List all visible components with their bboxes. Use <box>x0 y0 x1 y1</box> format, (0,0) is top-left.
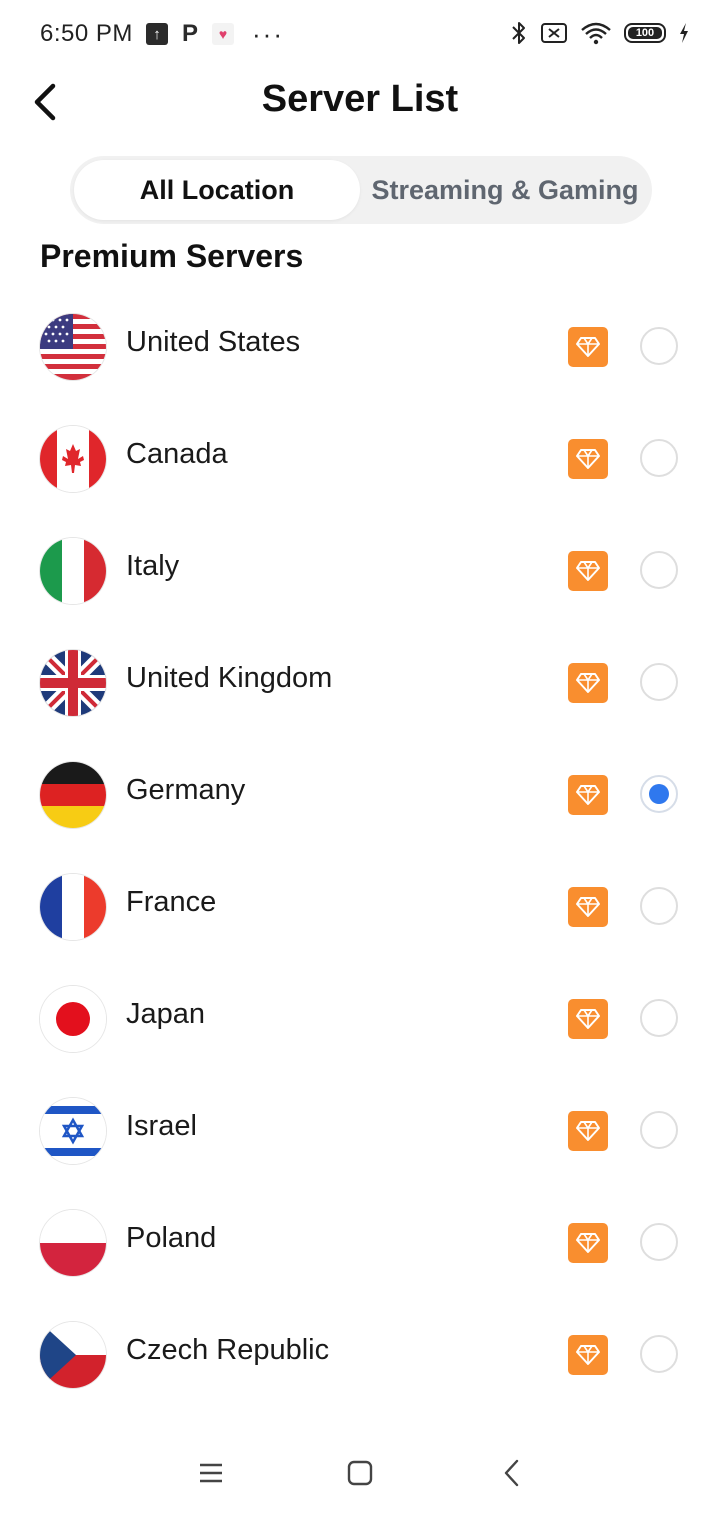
premium-diamond-icon <box>568 1111 608 1151</box>
server-row[interactable]: Israel <box>0 1074 720 1186</box>
premium-diamond-icon <box>568 1223 608 1263</box>
server-radio-button[interactable] <box>640 999 678 1037</box>
server-row[interactable]: Czech Republic <box>0 1298 720 1410</box>
server-country-name: Czech Republic <box>126 1334 330 1366</box>
server-radio-button[interactable] <box>640 887 678 925</box>
upload-icon: ↑ <box>146 23 168 45</box>
premium-diamond-icon <box>568 999 608 1039</box>
premium-diamond-icon <box>568 1335 608 1375</box>
server-country-name: Italy <box>126 550 180 582</box>
header: Server List <box>0 70 720 134</box>
server-row[interactable]: United Kingdom <box>0 626 720 738</box>
premium-diamond-icon <box>568 887 608 927</box>
server-row[interactable]: Poland <box>0 1186 720 1298</box>
server-radio-button[interactable] <box>640 663 678 701</box>
home-button[interactable] <box>332 1448 388 1498</box>
home-icon <box>347 1460 373 1486</box>
premium-diamond-icon <box>568 439 608 479</box>
premium-diamond-icon <box>568 663 608 703</box>
server-country-name: United Kingdom <box>126 662 333 694</box>
server-country-name: Japan <box>126 998 206 1030</box>
tab-streaming-gaming[interactable]: Streaming & Gaming <box>362 160 648 220</box>
heart-app-icon: ♥ <box>212 23 235 45</box>
server-row[interactable]: Germany <box>0 738 720 850</box>
server-radio-button[interactable] <box>640 439 678 477</box>
server-radio-button[interactable] <box>640 551 678 589</box>
server-country-name: Israel <box>126 1110 197 1142</box>
server-country-name: United States <box>126 326 301 358</box>
server-row[interactable]: France <box>0 850 720 962</box>
status-time: 6:50 PM <box>40 20 133 47</box>
pl-flag-icon <box>40 1210 106 1276</box>
notification-icons: ↑ P ♥ ··· <box>146 20 284 48</box>
bluetooth-icon <box>512 22 525 44</box>
server-radio-button[interactable] <box>640 1335 678 1373</box>
server-country-name: Canada <box>126 438 228 470</box>
ca-flag-icon <box>40 426 106 492</box>
system-nav-bar <box>0 1430 720 1520</box>
server-row[interactable]: United States <box>0 290 720 402</box>
tab-switcher: All Location Streaming & Gaming <box>70 156 652 224</box>
il-flag-icon <box>40 1098 106 1164</box>
more-notifications-icon: ··· <box>252 19 284 49</box>
page-title: Server List <box>261 78 459 120</box>
server-radio-button[interactable] <box>640 1111 678 1149</box>
de-flag-icon <box>40 762 106 828</box>
sim-off-icon <box>541 23 567 43</box>
premium-diamond-icon <box>568 327 608 367</box>
p-app-icon: P <box>182 20 199 47</box>
us-flag-icon <box>40 314 106 380</box>
server-country-name: France <box>126 886 217 918</box>
premium-diamond-icon <box>568 775 608 815</box>
jp-flag-icon <box>40 986 106 1052</box>
menu-icon <box>200 1463 222 1483</box>
server-radio-button[interactable] <box>640 775 678 813</box>
server-radio-button[interactable] <box>640 327 678 365</box>
cz-flag-icon <box>40 1322 106 1388</box>
wifi-icon <box>581 22 611 45</box>
system-back-button[interactable] <box>484 1448 540 1498</box>
section-title: Premium Servers <box>40 238 304 274</box>
server-row[interactable]: Canada <box>0 402 720 514</box>
premium-diamond-icon <box>568 551 608 591</box>
tab-all-location[interactable]: All Location <box>74 160 360 220</box>
it-flag-icon <box>40 538 106 604</box>
recent-apps-button[interactable] <box>183 1448 239 1498</box>
uk-flag-icon <box>40 650 106 716</box>
server-country-name: Germany <box>126 774 246 806</box>
server-country-name: Poland <box>126 1222 217 1254</box>
battery-level: 100 <box>635 27 655 39</box>
system-icons: 100 <box>510 20 690 46</box>
status-bar: 6:50 PM ↑ P ♥ ··· 100 <box>0 0 720 70</box>
back-icon <box>504 1459 519 1487</box>
battery-icon: 100 <box>624 23 666 43</box>
server-row[interactable]: Japan <box>0 962 720 1074</box>
charging-icon <box>680 23 688 43</box>
server-row[interactable]: Italy <box>0 514 720 626</box>
fr-flag-icon <box>40 874 106 940</box>
server-radio-button[interactable] <box>640 1223 678 1261</box>
